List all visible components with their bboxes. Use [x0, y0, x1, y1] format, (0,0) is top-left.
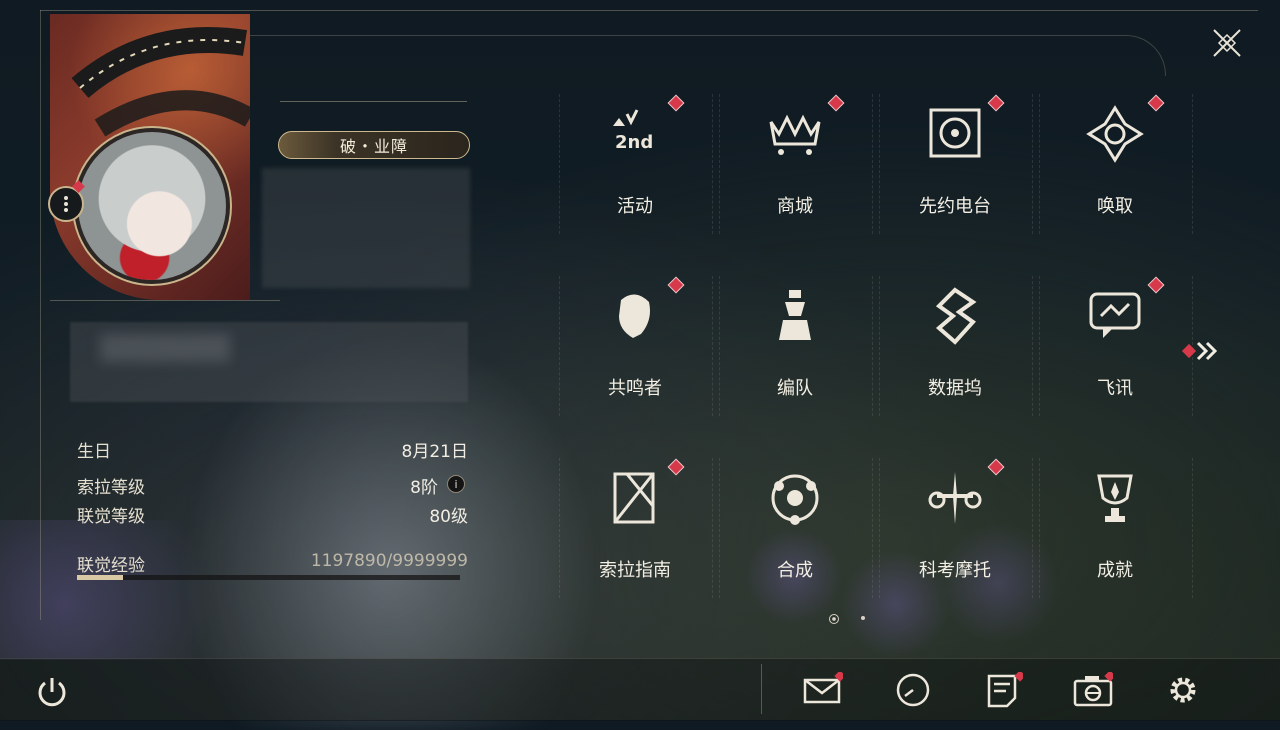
data-bank-icon	[935, 287, 977, 345]
tile-label: 飞讯	[1097, 378, 1133, 399]
notice-icon[interactable]	[983, 672, 1023, 708]
tile-label: 活动	[617, 196, 653, 217]
tile-label: 编队	[777, 378, 813, 399]
events-icon: 2nd	[613, 109, 653, 153]
radio-icon	[929, 108, 981, 158]
mail-icon[interactable]	[803, 672, 843, 708]
close-icon[interactable]	[1210, 26, 1244, 60]
svg-text:2nd: 2nd	[615, 132, 653, 153]
frame-right-curve	[250, 35, 1166, 76]
menu-tile-10[interactable]: 合成	[715, 454, 875, 614]
union-exp-bar	[77, 575, 460, 580]
sola-level-value: 8阶	[410, 478, 438, 498]
shop-crown-icon	[769, 114, 821, 155]
menu-tile-12[interactable]: 成就	[1035, 454, 1195, 614]
tile-label: 商城	[777, 196, 813, 217]
trophy-icon	[1097, 474, 1133, 522]
synthesis-icon	[771, 474, 819, 525]
camera-icon[interactable]	[1073, 672, 1113, 708]
message-chat-icon	[1089, 292, 1141, 338]
title-badge[interactable]: 破・业障	[278, 131, 470, 159]
menu-tile-9[interactable]: 索拉指南	[555, 454, 715, 614]
settings-gear-icon[interactable]	[1163, 672, 1203, 708]
player-name-obscured	[262, 168, 470, 288]
menu-tile-11[interactable]: 科考摩托	[875, 454, 1035, 614]
convene-icon	[1086, 105, 1144, 163]
avatar[interactable]	[74, 128, 230, 284]
union-exp-bar-fill	[77, 575, 123, 580]
birthday-value: 8月21日	[401, 442, 468, 462]
union-level-value: 80级	[429, 507, 468, 527]
menu-tile-2[interactable]: 商城	[715, 90, 875, 250]
frame-top-line	[40, 10, 1258, 11]
info-icon[interactable]: i	[447, 475, 465, 493]
signature-text-obscured	[100, 334, 230, 362]
menu-tile-5[interactable]: 共鸣者	[555, 272, 715, 432]
frame-left-line	[40, 10, 41, 620]
tile-label: 唤取	[1097, 196, 1133, 217]
motorcycle-icon	[928, 472, 982, 524]
name-underline	[280, 101, 467, 102]
menu-tile-7[interactable]: 数据坞	[875, 272, 1035, 432]
bottom-bar-separator	[761, 664, 762, 714]
menu-tile-8[interactable]: 飞讯	[1035, 272, 1195, 432]
tile-label: 共鸣者	[608, 378, 662, 399]
card-divider	[50, 300, 280, 301]
clock-icon[interactable]	[893, 672, 933, 708]
union-exp-label: 联觉经验	[77, 556, 145, 576]
birthday-label: 生日	[77, 442, 111, 462]
next-page-arrow-icon[interactable]	[1180, 340, 1222, 362]
page-indicator-2[interactable]	[861, 616, 865, 620]
menu-tile-6[interactable]: 编队	[715, 272, 875, 432]
tile-label: 索拉指南	[599, 560, 671, 581]
sola-level-label: 索拉等级	[77, 478, 145, 498]
power-icon[interactable]	[34, 674, 70, 710]
union-exp-value: 1197890/9999999	[310, 551, 468, 571]
more-options-icon	[64, 196, 68, 212]
tile-label: 科考摩托	[919, 560, 991, 581]
team-chess-icon	[779, 290, 811, 340]
menu-tile-1[interactable]: 2nd 活动	[555, 90, 715, 250]
tile-label: 数据坞	[928, 378, 982, 399]
menu-tile-4[interactable]: 唤取	[1035, 90, 1195, 250]
page-indicator-1[interactable]	[829, 614, 839, 624]
guide-book-icon	[613, 472, 655, 524]
resonator-icon	[619, 294, 650, 338]
tile-label: 成就	[1097, 560, 1133, 581]
menu-tile-3[interactable]: 先约电台	[875, 90, 1035, 250]
union-level-label: 联觉等级	[77, 507, 145, 527]
tile-label: 合成	[777, 560, 813, 581]
tile-label: 先约电台	[919, 196, 991, 217]
